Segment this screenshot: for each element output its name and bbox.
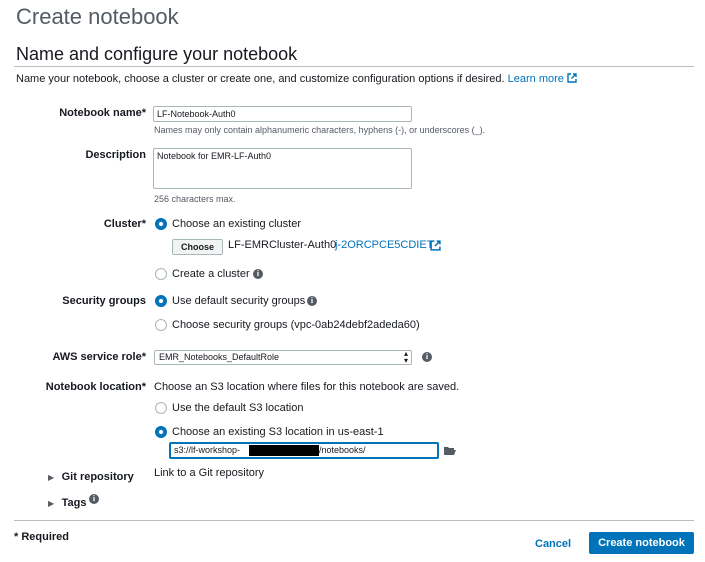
cluster-existing-label: Choose an existing cluster xyxy=(172,218,302,230)
cluster-id-link[interactable]: j-2ORCPCE5CDIET xyxy=(335,239,433,251)
description-label: Description xyxy=(85,149,146,161)
info-icon[interactable]: i xyxy=(89,494,99,504)
service-role-label: AWS service role* xyxy=(52,351,146,363)
footer-divider xyxy=(14,520,694,521)
cluster-create-radio[interactable] xyxy=(155,268,167,280)
location-default-label: Use the default S3 location xyxy=(172,402,304,414)
description-hint: 256 characters max. xyxy=(154,194,236,204)
info-icon[interactable]: i xyxy=(307,296,317,306)
tags-label: Tags xyxy=(61,497,87,509)
notebook-location-label: Notebook location* xyxy=(45,381,146,393)
s3-location-input[interactable]: s3://lf-workshop- /notebooks/ xyxy=(169,442,439,459)
security-groups-label: Security groups xyxy=(62,295,146,307)
notebook-name-label: Notebook name* xyxy=(59,107,146,119)
notebook-location-description: Choose an S3 location where files for th… xyxy=(154,381,460,393)
cluster-label: Cluster* xyxy=(103,218,146,230)
info-icon[interactable]: i xyxy=(422,352,432,362)
intro-description: Name your notebook, choose a cluster or … xyxy=(16,73,505,85)
service-role-select[interactable]: EMR_Notebooks_DefaultRole ▴ ▾ xyxy=(154,350,412,365)
s3-path-prefix: s3://lf-workshop- xyxy=(174,445,241,455)
required-note: * Required xyxy=(14,531,70,543)
security-choose-radio[interactable] xyxy=(155,319,167,331)
location-existing-label: Choose an existing S3 location in us-eas… xyxy=(172,426,384,438)
security-default-radio[interactable] xyxy=(155,295,167,307)
redacted-bucket-name xyxy=(249,445,319,456)
cluster-create-label: Create a cluster xyxy=(172,268,250,280)
info-icon[interactable]: i xyxy=(253,269,263,279)
notebook-name-hint: Names may only contain alphanumeric char… xyxy=(154,125,486,135)
page-title: Create notebook xyxy=(16,4,179,29)
cluster-name: LF-EMRCluster-Auth0 xyxy=(228,239,337,251)
location-default-radio[interactable] xyxy=(155,402,167,414)
learn-more-link[interactable]: Learn more xyxy=(508,73,564,85)
chevron-updown-icon: ▴ ▾ xyxy=(403,349,408,365)
folder-open-icon[interactable] xyxy=(443,445,457,456)
tags-toggle[interactable]: ▶ Tags xyxy=(48,493,86,511)
description-textarea[interactable]: Notebook for EMR-LF-Auth0 xyxy=(153,148,412,189)
external-link-icon xyxy=(567,73,577,83)
intro-text: Name your notebook, choose a cluster or … xyxy=(16,73,577,85)
external-link-icon xyxy=(430,240,441,251)
notebook-name-input[interactable] xyxy=(153,106,412,122)
create-notebook-button[interactable]: Create notebook xyxy=(589,532,694,554)
git-repository-label: Git repository xyxy=(61,471,134,483)
cancel-button[interactable]: Cancel xyxy=(535,538,571,550)
location-existing-radio[interactable] xyxy=(155,426,167,438)
security-choose-label: Choose security groups (vpc-0ab24debf2ad… xyxy=(172,319,420,331)
s3-path-suffix: /notebooks/ xyxy=(319,445,366,455)
section-divider xyxy=(14,66,694,67)
section-title: Name and configure your notebook xyxy=(16,44,298,64)
security-default-label: Use default security groups xyxy=(172,295,306,307)
caret-right-icon: ▶ xyxy=(48,499,55,508)
choose-cluster-button[interactable]: Choose xyxy=(172,239,224,255)
caret-right-icon: ▶ xyxy=(48,473,55,482)
git-repository-toggle[interactable]: ▶ Git repository xyxy=(48,467,134,485)
service-role-value: EMR_Notebooks_DefaultRole xyxy=(159,352,280,362)
git-repository-link-text: Link to a Git repository xyxy=(154,467,265,479)
cluster-existing-radio[interactable] xyxy=(155,218,167,230)
